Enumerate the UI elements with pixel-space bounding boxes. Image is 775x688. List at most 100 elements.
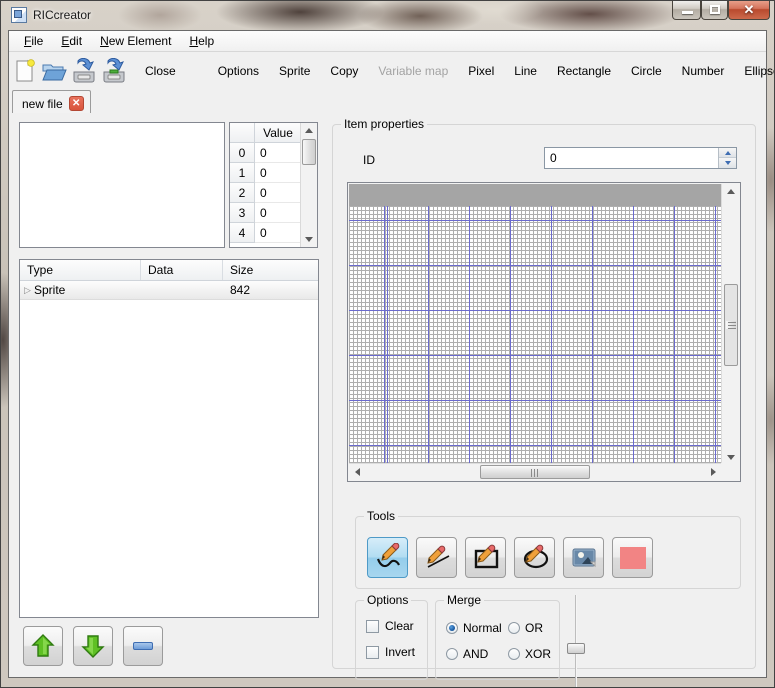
open-file-button[interactable]	[41, 56, 67, 86]
scroll-up-arrow[interactable]	[722, 184, 739, 199]
values-vertical-scrollbar[interactable]	[300, 123, 317, 247]
clear-checkbox[interactable]	[366, 620, 379, 633]
invert-checkbox[interactable]	[366, 646, 379, 659]
thumb-grip	[728, 322, 736, 330]
move-up-button[interactable]	[23, 626, 63, 666]
column-header-size[interactable]: Size	[223, 260, 318, 280]
editor-vertical-scrollbar[interactable]	[721, 184, 739, 465]
id-spinbox[interactable]	[544, 147, 737, 169]
tab-close-button[interactable]: ✕	[69, 96, 84, 111]
move-down-button[interactable]	[73, 626, 113, 666]
scroll-left-arrow[interactable]	[349, 464, 365, 480]
save-file-as-button[interactable]	[101, 56, 127, 86]
tools-row	[367, 537, 653, 578]
or-label: OR	[525, 621, 543, 635]
or-radio[interactable]	[508, 622, 520, 634]
scrollbar-thumb[interactable]	[302, 139, 316, 165]
clear-checkbox-row[interactable]: Clear	[366, 619, 414, 633]
column-header-data[interactable]: Data	[141, 260, 223, 280]
table-row-sprite[interactable]: ▷ Sprite 842	[20, 281, 318, 300]
menu-edit[interactable]: Edit	[52, 32, 91, 50]
save-as-icon	[101, 58, 127, 84]
id-label: ID	[363, 153, 375, 167]
radio-xor-row[interactable]: XOR	[508, 647, 551, 661]
tools-group: Tools	[355, 516, 741, 589]
freehand-pencil-icon	[373, 543, 403, 573]
toolbar-pixel-button[interactable]: Pixel	[458, 60, 504, 82]
app-icon	[11, 7, 27, 23]
list-button-row	[23, 626, 163, 666]
spin-up-icon	[725, 151, 731, 155]
sprite-editor	[347, 182, 741, 482]
scrollbar-thumb[interactable]	[724, 284, 738, 366]
slider-track[interactable]	[575, 595, 577, 688]
toolbar-sprite-button[interactable]: Sprite	[269, 60, 320, 82]
up-arrow-icon	[727, 189, 735, 194]
table-row[interactable]: 20	[230, 183, 301, 203]
scroll-right-arrow[interactable]	[705, 464, 721, 480]
slider-handle[interactable]	[567, 643, 585, 654]
xor-label: XOR	[525, 647, 551, 661]
scroll-up-arrow[interactable]	[301, 123, 317, 138]
new-file-button[interactable]	[13, 56, 37, 86]
rectangle-tool-button[interactable]	[465, 537, 506, 578]
menu-help[interactable]: Help	[180, 32, 223, 50]
column-header-type[interactable]: Type	[20, 260, 141, 280]
freehand-tool-button[interactable]	[367, 537, 408, 578]
values-header: Value	[255, 123, 301, 143]
options-title: Options	[364, 593, 411, 607]
scroll-down-arrow[interactable]	[301, 232, 317, 247]
toolbar-rectangle-button[interactable]: Rectangle	[547, 60, 621, 82]
color-swatch-tool-button[interactable]	[612, 537, 653, 578]
remove-button[interactable]	[123, 626, 163, 666]
table-row[interactable]: 00	[230, 143, 301, 163]
toolbar-circle-button[interactable]: Circle	[621, 60, 672, 82]
close-window-button[interactable]: ✕	[728, 0, 770, 20]
right-arrow-icon	[711, 468, 716, 476]
menu-new-element[interactable]: New Element	[91, 32, 180, 50]
toolbar-line-button[interactable]: Line	[504, 60, 547, 82]
ellipse-tool-button[interactable]	[514, 537, 555, 578]
spin-up-button[interactable]	[719, 148, 736, 158]
toolbar-number-button[interactable]: Number	[672, 60, 735, 82]
line-pencil-icon	[422, 543, 452, 573]
spin-down-button[interactable]	[719, 158, 736, 168]
id-input[interactable]	[545, 148, 717, 168]
item-properties-title: Item properties	[341, 117, 427, 131]
sprite-editor-canvas[interactable]	[349, 206, 721, 465]
spin-down-icon	[725, 161, 731, 165]
elements-table-header: Type Data Size	[20, 260, 318, 281]
maximize-button[interactable]	[701, 0, 728, 20]
cell-size: 842	[223, 283, 318, 297]
tab-new-file[interactable]: new file ✕	[12, 90, 91, 113]
close-document-button[interactable]: Close	[135, 60, 186, 82]
open-folder-icon	[41, 59, 67, 83]
radio-or-row[interactable]: OR	[508, 621, 543, 635]
expand-arrow-icon[interactable]: ▷	[20, 285, 34, 296]
radio-normal-row[interactable]: Normal	[446, 621, 502, 635]
table-row[interactable]: 40	[230, 223, 301, 243]
title-bar[interactable]: RICcreator ✕	[0, 0, 775, 30]
radio-and-row[interactable]: AND	[446, 647, 488, 661]
tools-title: Tools	[364, 509, 398, 523]
and-radio[interactable]	[446, 648, 458, 660]
normal-radio[interactable]	[446, 622, 458, 634]
editor-horizontal-scrollbar[interactable]	[349, 463, 721, 480]
scrollbar-thumb[interactable]	[480, 465, 590, 479]
table-row[interactable]: 10	[230, 163, 301, 183]
invert-checkbox-row[interactable]: Invert	[366, 645, 415, 659]
toolbar-options-button[interactable]: Options	[208, 60, 269, 82]
zoom-slider[interactable]	[566, 595, 586, 688]
options-group: Options Clear Invert	[355, 600, 428, 680]
toolbar-copy-button[interactable]: Copy	[320, 60, 368, 82]
minimize-button[interactable]	[672, 0, 701, 20]
xor-radio[interactable]	[508, 648, 520, 660]
spin-buttons	[718, 148, 736, 168]
line-tool-button[interactable]	[416, 537, 457, 578]
toolbar-ellipse-button[interactable]: Ellipse	[734, 60, 775, 82]
image-tool-button[interactable]	[563, 537, 604, 578]
table-row[interactable]: 30	[230, 203, 301, 223]
thumb-grip	[531, 469, 540, 477]
menu-file[interactable]: File	[15, 32, 52, 50]
save-file-button[interactable]	[71, 56, 97, 86]
